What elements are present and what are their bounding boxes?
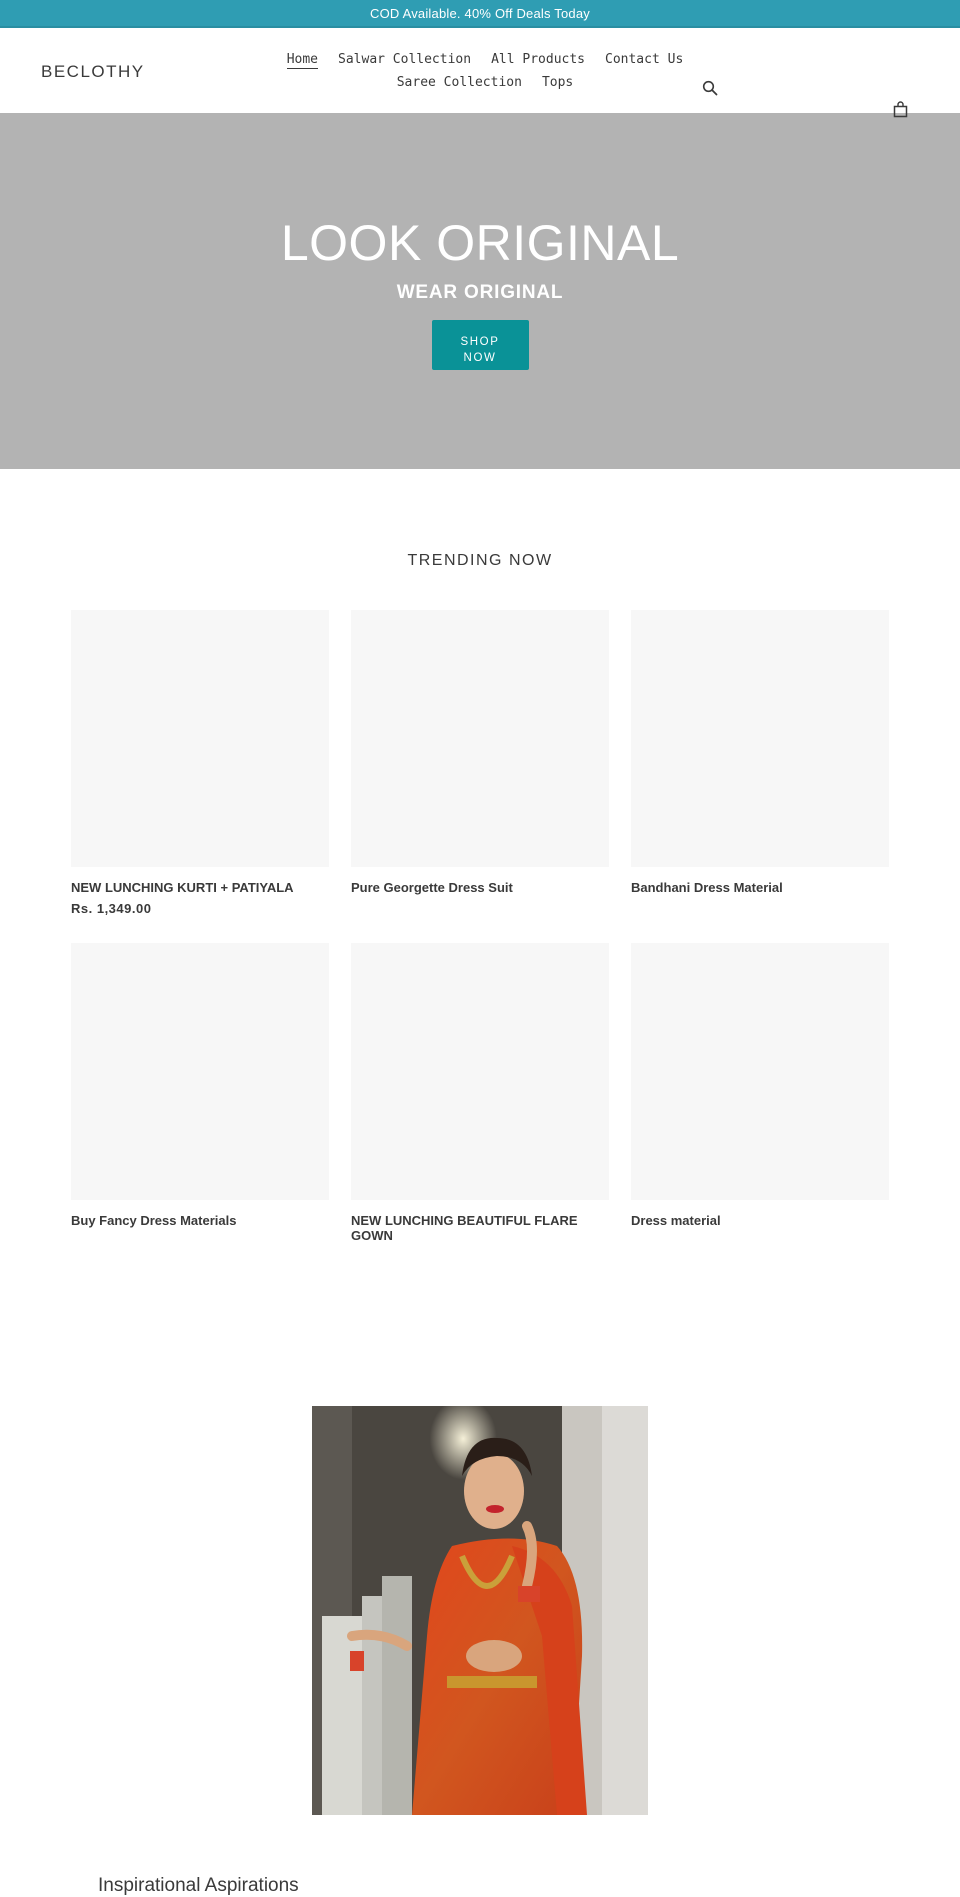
product-title[interactable]: NEW LUNCHING BEAUTIFUL FLARE GOWN [351, 1213, 609, 1243]
section-title: TRENDING NOW [407, 552, 553, 569]
product-image-placeholder[interactable] [351, 610, 609, 867]
product-title[interactable]: NEW LUNCHING KURTI + PATIYALA [71, 880, 329, 895]
search-button[interactable] [702, 80, 720, 98]
main-nav: Home Salwar Collection All Products Contact… [270, 48, 700, 94]
nav-item-contact-us[interactable]: Contact Us [605, 48, 683, 71]
product-title[interactable]: Dress material [631, 1213, 889, 1228]
product-title[interactable]: Bandhani Dress Material [631, 880, 889, 895]
photo-illustration [312, 1406, 648, 1815]
announcement-bar: COD Available. 40% Off Deals Today [0, 0, 960, 28]
product-image-placeholder[interactable] [631, 610, 889, 867]
search-icon [702, 80, 718, 96]
cart-button[interactable] [893, 101, 911, 121]
product-title[interactable]: Buy Fancy Dress Materials [71, 1213, 329, 1228]
product-card[interactable]: Bandhani Dress Material [631, 610, 889, 923]
product-title[interactable]: Pure Georgette Dress Suit [351, 880, 609, 895]
product-card[interactable]: Pure Georgette Dress Suit [351, 610, 609, 923]
shop-now-button[interactable]: SHOP NOW [431, 320, 529, 370]
nav-item-home[interactable]: Home [286, 51, 319, 69]
product-image-placeholder[interactable] [351, 943, 609, 1200]
product-image-placeholder[interactable] [71, 610, 329, 867]
product-grid: NEW LUNCHING KURTI + PATIYALA Rs. 1,349.… [71, 610, 889, 1256]
store-logo[interactable]: BECLOTHY [41, 62, 145, 82]
product-image-placeholder[interactable] [71, 943, 329, 1200]
site-header: BECLOTHY Home Salwar Collection All Produc… [0, 28, 960, 118]
saree-model-photo [312, 1406, 648, 1815]
product-image-placeholder[interactable] [631, 943, 889, 1200]
product-card[interactable]: Buy Fancy Dress Materials [71, 943, 329, 1256]
hero-banner: LOOK ORIGINAL WEAR ORIGINAL SHOP NOW [0, 113, 960, 469]
product-price: Rs. 1,349.00 [71, 901, 152, 916]
nav-item-tops[interactable]: Tops [542, 71, 573, 94]
product-card[interactable]: NEW LUNCHING KURTI + PATIYALA Rs. 1,349.… [71, 610, 329, 923]
product-card[interactable]: Dress material [631, 943, 889, 1256]
nav-item-salwar-collection[interactable]: Salwar Collection [338, 48, 471, 71]
nav-item-saree-collection[interactable]: Saree Collection [397, 71, 522, 94]
product-card[interactable]: NEW LUNCHING BEAUTIFUL FLARE GOWN [351, 943, 609, 1256]
trending-section: TRENDING NOW NEW LUNCHING KURTI + PATIYA… [0, 469, 960, 1256]
hero-title: LOOK ORIGINAL [280, 215, 680, 271]
feature-heading: Inspirational Aspirations [98, 1875, 299, 1896]
feature-section: Inspirational Aspirations [0, 1256, 960, 1897]
announcement-text: COD Available. 40% Off Deals Today [370, 5, 590, 21]
hero-subtitle: WEAR ORIGINAL [396, 282, 564, 303]
nav-item-all-products[interactable]: All Products [491, 48, 585, 71]
shopping-bag-icon [893, 101, 908, 118]
